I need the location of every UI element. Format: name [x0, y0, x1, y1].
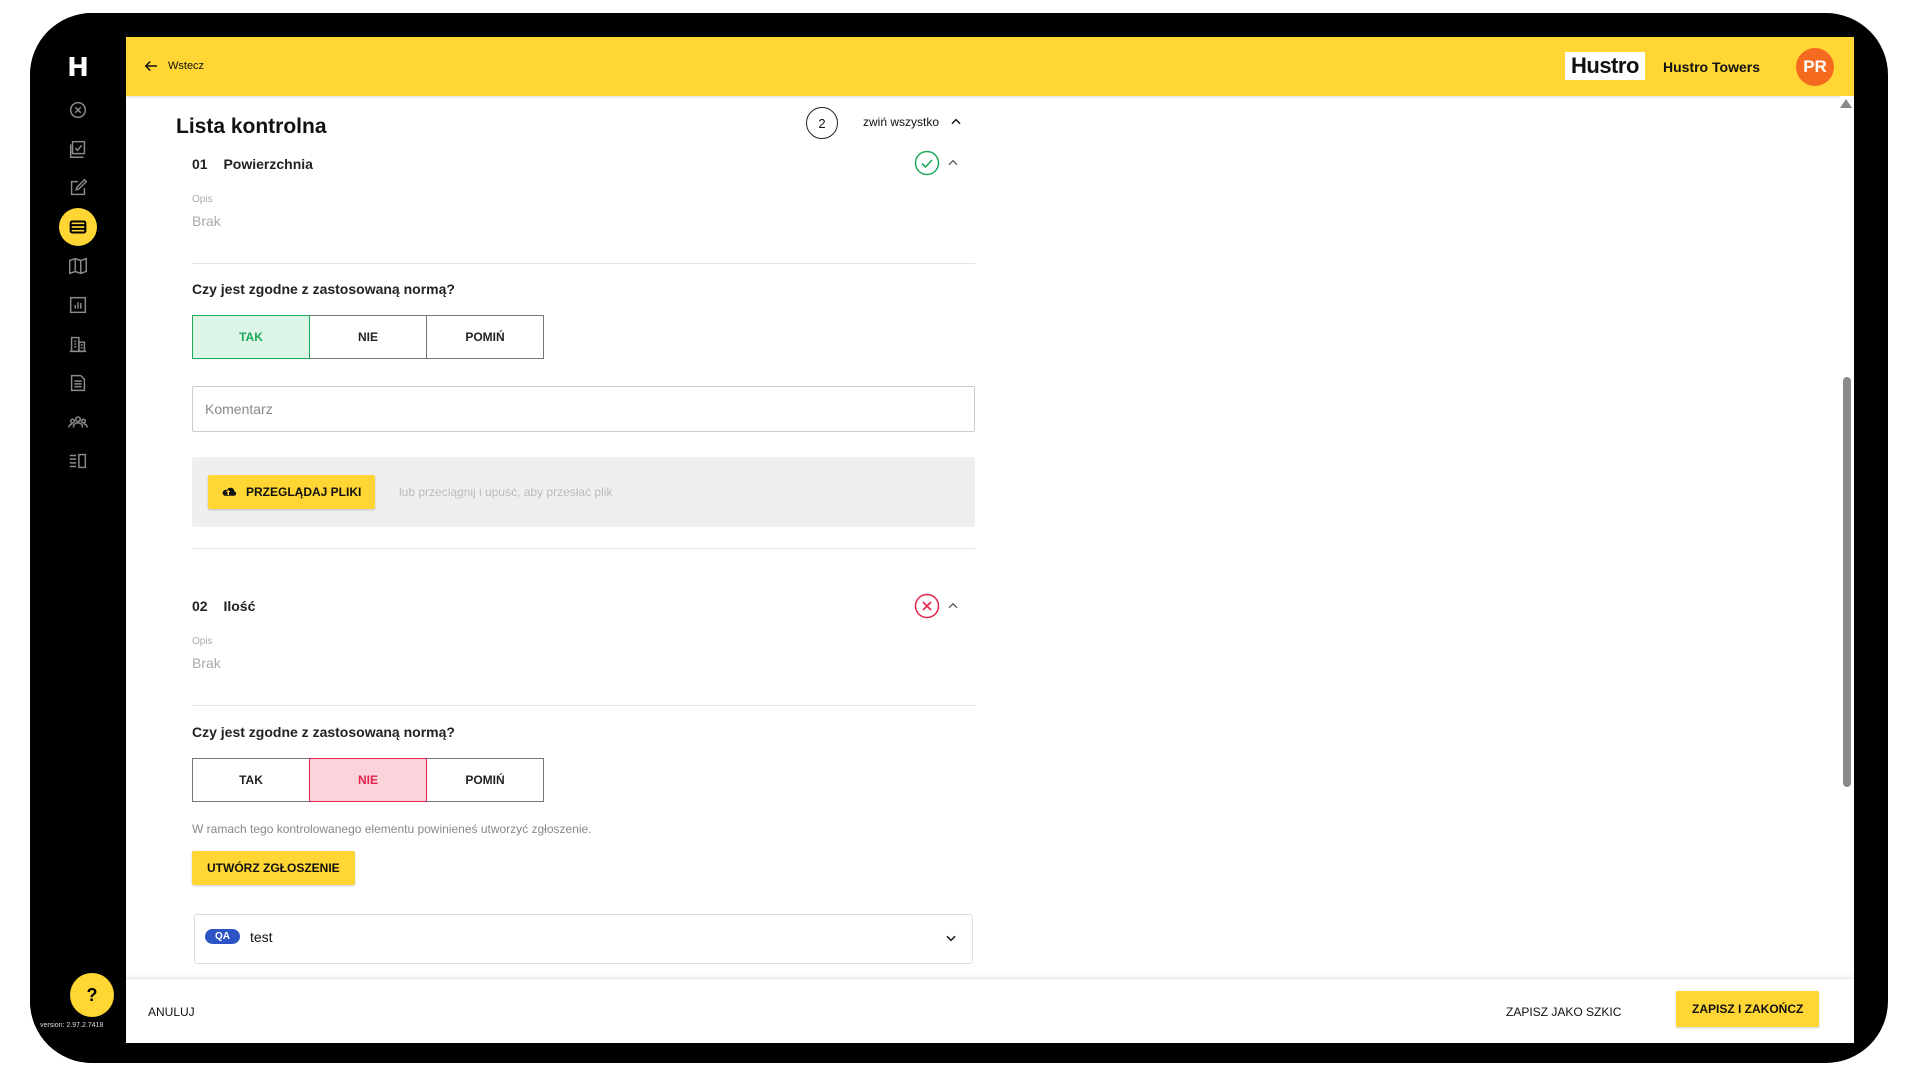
section-title: Lista kontrolna: [176, 115, 327, 138]
version-label: version: 2.97.2.7418: [40, 1022, 104, 1029]
scrollbar-thumb[interactable]: [1843, 377, 1851, 787]
user-avatar[interactable]: PR: [1796, 48, 1834, 86]
help-button[interactable]: ?: [70, 973, 114, 1017]
checklist-item-title[interactable]: 01 Powierzchnia: [192, 156, 313, 172]
organization-name[interactable]: Hustro Towers: [1663, 59, 1760, 75]
item-number: 02: [192, 598, 208, 614]
divider: [192, 705, 975, 706]
chevron-down-icon[interactable]: [944, 931, 958, 945]
chevron-up-icon: [951, 118, 961, 125]
option-yes-button[interactable]: TAK: [192, 758, 310, 802]
divider: [192, 263, 975, 264]
collapse-all-label: zwiń wszystko: [863, 115, 940, 129]
option-skip-button[interactable]: POMIŃ: [426, 758, 544, 802]
issue-type-badge: QA: [205, 929, 240, 944]
scroll-up-arrow[interactable]: [1840, 99, 1852, 108]
option-no-button[interactable]: NIE: [309, 315, 427, 359]
create-issue-button[interactable]: UTWÓRZ ZGŁOSZENIE: [192, 851, 355, 885]
item-name: Ilość: [223, 598, 256, 614]
comment-input[interactable]: Komentarz: [192, 386, 975, 432]
collapse-all-button[interactable]: zwiń wszystko: [863, 115, 963, 129]
map-icon[interactable]: [62, 250, 94, 282]
close-circle-icon[interactable]: [62, 94, 94, 126]
compliance-options: TAK NIE POMIŃ: [192, 315, 544, 359]
save-and-finish-button[interactable]: ZAPISZ I ZAKOŃCZ: [1676, 991, 1820, 1027]
browse-files-label: PRZEGLĄDAJ PLIKI: [246, 485, 362, 499]
upload-hint: lub przeciągnij i upuść, aby przesłać pl…: [399, 485, 613, 499]
sidebar: H ? version: 2.97.2.7418: [30, 13, 126, 1063]
issue-name: test: [250, 929, 273, 945]
chevron-up-icon[interactable]: [946, 156, 960, 170]
app-logo[interactable]: H: [30, 53, 126, 83]
arrow-left-icon: [144, 60, 157, 72]
option-no-button[interactable]: NIE: [309, 758, 427, 802]
chart-icon[interactable]: [62, 289, 94, 321]
brand-logo: Hustro: [1565, 52, 1645, 80]
cancel-button[interactable]: ANULUJ: [148, 1005, 195, 1019]
linked-issue-card[interactable]: QA test: [194, 914, 973, 964]
edit-square-icon[interactable]: [62, 172, 94, 204]
item-number: 01: [192, 156, 208, 172]
compliance-question: Czy jest zgodne z zastosowaną normą?: [192, 724, 455, 740]
footer-bar: ANULUJ ZAPISZ JAKO SZKIC ZAPISZ I ZAKOŃC…: [126, 978, 1854, 1043]
team-icon[interactable]: [62, 406, 94, 438]
cloud-upload-icon: [222, 487, 237, 496]
save-draft-button[interactable]: ZAPISZ JAKO SZKIC: [1506, 1005, 1621, 1019]
list-view-icon[interactable]: [62, 445, 94, 477]
building-icon[interactable]: [62, 328, 94, 360]
compliance-question: Czy jest zgodne z zastosowaną normą?: [192, 281, 455, 297]
option-yes-button[interactable]: TAK: [192, 315, 310, 359]
compliance-options: TAK NIE POMIŃ: [192, 758, 544, 802]
description-label: Opis: [192, 194, 213, 205]
description-value: Brak: [192, 213, 221, 229]
divider: [192, 548, 975, 549]
back-label: Wstecz: [168, 60, 205, 72]
chevron-up-icon[interactable]: [946, 599, 960, 613]
file-upload-zone[interactable]: PRZEGLĄDAJ PLIKI lub przeciągnij i upuść…: [192, 457, 975, 527]
issue-required-notice: W ramach tego kontrolowanego elementu po…: [192, 822, 592, 836]
checklist-icon[interactable]: [62, 133, 94, 165]
top-bar: Wstecz Hustro Hustro Towers PR: [126, 37, 1854, 96]
device-frame: H ? version: 2.97.2.7418 Wstecz Hustro H…: [30, 13, 1888, 1063]
count-badge: 2: [806, 107, 838, 139]
option-skip-button[interactable]: POMIŃ: [426, 315, 544, 359]
x-circle-icon: [914, 593, 940, 619]
checklist-item-title[interactable]: 02 Ilość: [192, 598, 255, 614]
item-name: Powierzchnia: [223, 156, 313, 172]
main-app: Wstecz Hustro Hustro Towers PR Lista kon…: [126, 37, 1854, 1043]
browse-files-button[interactable]: PRZEGLĄDAJ PLIKI: [208, 475, 376, 509]
document-icon[interactable]: [62, 367, 94, 399]
description-value: Brak: [192, 655, 221, 671]
check-circle-icon: [914, 150, 940, 176]
description-label: Opis: [192, 636, 213, 647]
inspection-list-icon[interactable]: [59, 208, 97, 246]
back-button[interactable]: Wstecz: [142, 57, 204, 75]
checklist-content: Lista kontrolna 2 zwiń wszystko 01 Powie…: [126, 96, 1854, 978]
